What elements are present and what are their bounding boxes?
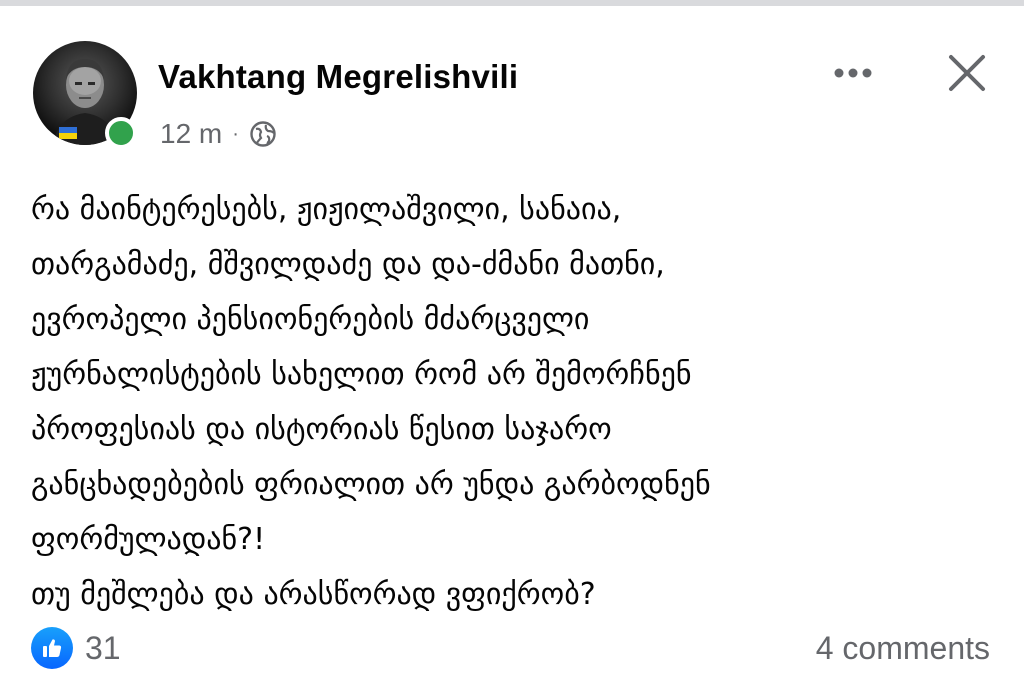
post-text-line: ჟურნალისტების სახელით რომ არ შემორჩნენ: [31, 357, 692, 392]
close-button[interactable]: [940, 46, 994, 100]
post-text-line: პროფესიას და ისტორიას წესით საჯარო: [31, 412, 612, 447]
reaction-count: 31: [85, 629, 121, 666]
meta-separator: ·: [232, 123, 239, 145]
post-text-line: განცხადებების ფრიალით არ უნდა გარბოდნენ: [31, 467, 711, 502]
post-text-line: ევროპელი პენსიონერების მძარცველი: [31, 302, 590, 337]
post-time[interactable]: 12 m: [160, 118, 222, 150]
post-meta: 12 m ·: [160, 116, 277, 152]
author-avatar-container[interactable]: [33, 41, 137, 149]
more-icon: [834, 68, 872, 78]
like-icon: [31, 627, 73, 669]
post-text-line: რა მაინტერესებს, ჟიჟილაშვილი, სანაია,: [31, 192, 622, 227]
post-text: რა მაინტერესებს, ჟიჟილაშვილი, სანაია, თა…: [31, 182, 1001, 622]
more-options-button[interactable]: [826, 58, 880, 88]
online-status-dot: [105, 117, 137, 149]
author-name[interactable]: Vakhtang Megrelishvili: [158, 58, 518, 96]
facebook-post: Vakhtang Megrelishvili 12 m · რა მაინტერ…: [0, 6, 1024, 687]
comments-count-link[interactable]: 4 comments: [816, 626, 990, 670]
post-text-line: ფორმულადან?!: [31, 522, 266, 557]
globe-icon[interactable]: [249, 120, 277, 148]
post-text-line: თარგამაძე, მშვილდაძე და და-ძმანი მათნი,: [31, 247, 665, 282]
reactions-summary[interactable]: 31: [31, 626, 121, 670]
post-text-line: თუ მეშლება და არასწორად ვფიქრობ?: [31, 577, 596, 612]
close-icon: [949, 55, 985, 91]
